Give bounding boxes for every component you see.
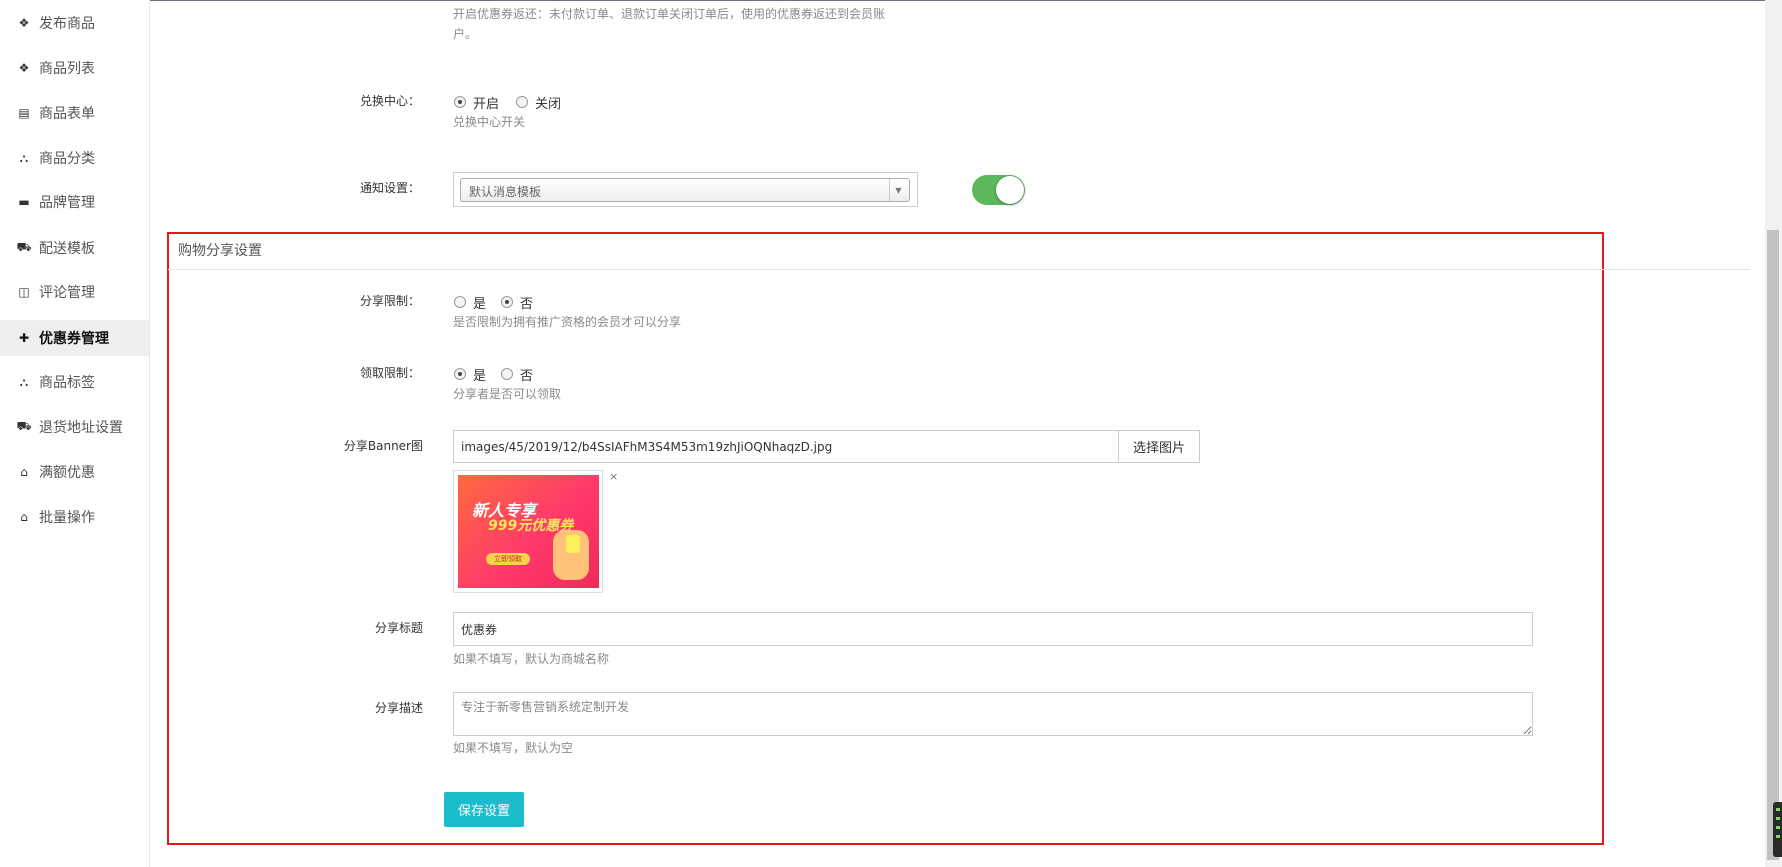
share-title-label: 分享标题: [374, 621, 423, 635]
sidebar: ❖ 发布商品 ❖ 商品列表 ▤ 商品表单 ⛬ 商品分类 ▬ 品牌管理 ⛟ 配送模板 ◫ 评论管理 ✚ 优惠券管…: [0, 0, 150, 867]
share-limit-hint: 是否限制为拥有推广资格的会员才可以分享: [453, 315, 682, 329]
receive-limit-yes-label: 是: [473, 369, 487, 384]
receive-limit-no-label: 否: [520, 369, 534, 384]
sidebar-item-5[interactable]: ▬ 品牌管理: [0, 184, 149, 220]
share-title-hint: 如果不填写，默认为商城名称: [453, 652, 610, 666]
save-settings-button[interactable]: 保存设置: [444, 792, 524, 827]
receive-limit-hint: 分享者是否可以领取: [453, 387, 562, 401]
notify-label: 通知设置：: [359, 181, 420, 195]
notify-template-value: 默认消息模板: [460, 178, 910, 202]
columns-icon: ◫: [18, 285, 30, 299]
banner-preview: 新人专享 999元优惠券 立即领取: [453, 470, 603, 593]
share-title-input[interactable]: 优惠券: [453, 612, 1533, 646]
receive-limit-radio-no[interactable]: [501, 368, 513, 380]
share-desc-label: 分享描述: [374, 701, 423, 715]
sidebar-item-7[interactable]: ◫ 评论管理: [0, 274, 149, 310]
banner-label: 分享Banner图: [343, 439, 423, 453]
choose-image-button[interactable]: 选择图片: [1118, 430, 1200, 463]
chevron-down-icon: ▼: [889, 179, 907, 201]
excel-file-icon: ▤: [18, 106, 30, 120]
sidebar-item-10[interactable]: ⛟ 退货地址设置: [0, 409, 149, 445]
share-limit-no-label: 否: [520, 297, 534, 312]
receive-limit-radio-yes[interactable]: [454, 368, 466, 380]
page-scrollbar[interactable]: [1765, 0, 1782, 867]
sitemap-icon: ⛬: [19, 150, 29, 165]
sidebar-item-label: 配送模板: [39, 241, 95, 257]
sidebar-item-label: 评论管理: [39, 285, 95, 301]
gift-icon: ⌂: [20, 510, 28, 524]
sidebar-item-3[interactable]: ▤ 商品表单: [0, 95, 149, 131]
exchange-radio-off[interactable]: [516, 96, 528, 108]
sidebar-item-label: 商品标签: [39, 375, 95, 391]
exchange-center-label: 兑换中心：: [359, 94, 420, 108]
share-desc-hint: 如果不填写，默认为空: [453, 741, 574, 755]
banner-image: 新人专享 999元优惠券 立即领取: [458, 475, 599, 588]
scrollbar-thumb[interactable]: [1767, 230, 1779, 860]
sidebar-item-label: 发布商品: [39, 16, 95, 32]
share-limit-yes-label: 是: [473, 297, 487, 312]
sidebar-item-label: 批量操作: [39, 510, 95, 526]
sidebar-item-12[interactable]: ⌂ 批量操作: [0, 499, 149, 535]
sidebar-item-1[interactable]: ❖ 发布商品: [0, 5, 149, 41]
share-desc-textarea[interactable]: [453, 692, 1533, 736]
briefcase-icon: ▬: [18, 195, 30, 209]
banner-path-input[interactable]: images/45/2019/12/b4SsIAFhM3S4M53m19zhJi…: [453, 430, 1119, 463]
sidebar-item-11[interactable]: ⌂ 满额优惠: [0, 454, 149, 490]
exchange-hint: 兑换中心开关: [453, 115, 526, 129]
sidebar-item-label: 商品分类: [39, 151, 95, 167]
tags-icon: ✚: [18, 331, 30, 345]
sidebar-item-label: 满额优惠: [39, 465, 95, 481]
coupon-return-hint-line2: 户。: [453, 27, 478, 41]
gift-icon: ⌂: [20, 465, 28, 479]
status-widget: [1773, 802, 1782, 857]
exchange-radio-on[interactable]: [454, 96, 466, 108]
sitemap-icon: ⛬: [19, 374, 29, 389]
banner-image-button: 立即领取: [486, 553, 530, 565]
sidebar-item-9[interactable]: ⛬ 商品标签: [0, 364, 149, 400]
section-divider: [168, 269, 1750, 270]
receive-limit-label: 领取限制：: [359, 366, 420, 380]
sidebar-item-label: 商品列表: [39, 61, 95, 77]
sidebar-item-label: 退货地址设置: [39, 420, 123, 436]
sidebar-item-label: 商品表单: [39, 106, 95, 122]
sidebar-item-4[interactable]: ⛬ 商品分类: [0, 140, 149, 176]
sidebar-item-8[interactable]: ✚ 优惠券管理: [0, 320, 149, 356]
share-limit-label: 分享限制：: [359, 294, 420, 308]
notify-template-select[interactable]: 默认消息模板 ▼: [453, 172, 918, 207]
toggle-knob: [996, 176, 1024, 204]
share-limit-radio-yes[interactable]: [454, 296, 466, 308]
remove-image-close-icon[interactable]: ×: [609, 470, 618, 483]
cubes-icon: ❖: [18, 61, 30, 75]
coupon-return-hint-line1: 开启优惠券返还：未付款订单、退款订单关闭订单后，使用的优惠券返还到会员账: [453, 7, 886, 21]
cubes-icon: ❖: [18, 16, 30, 30]
sidebar-item-6[interactable]: ⛟ 配送模板: [0, 230, 149, 266]
notify-toggle[interactable]: [972, 175, 1025, 205]
sidebar-item-label: 品牌管理: [39, 195, 95, 211]
gift-box-graphic: [566, 535, 580, 553]
exchange-radio-off-label: 关闭: [535, 97, 562, 112]
highlight-frame: [167, 232, 1604, 845]
sidebar-item-label: 优惠券管理: [39, 331, 109, 347]
sidebar-item-2[interactable]: ❖ 商品列表: [0, 50, 149, 86]
truck-icon: ⛟: [16, 240, 32, 254]
truck-icon: ⛟: [16, 419, 32, 433]
exchange-radio-on-label: 开启: [473, 97, 500, 112]
share-limit-radio-no[interactable]: [501, 296, 513, 308]
share-section-title: 购物分享设置: [178, 243, 262, 259]
